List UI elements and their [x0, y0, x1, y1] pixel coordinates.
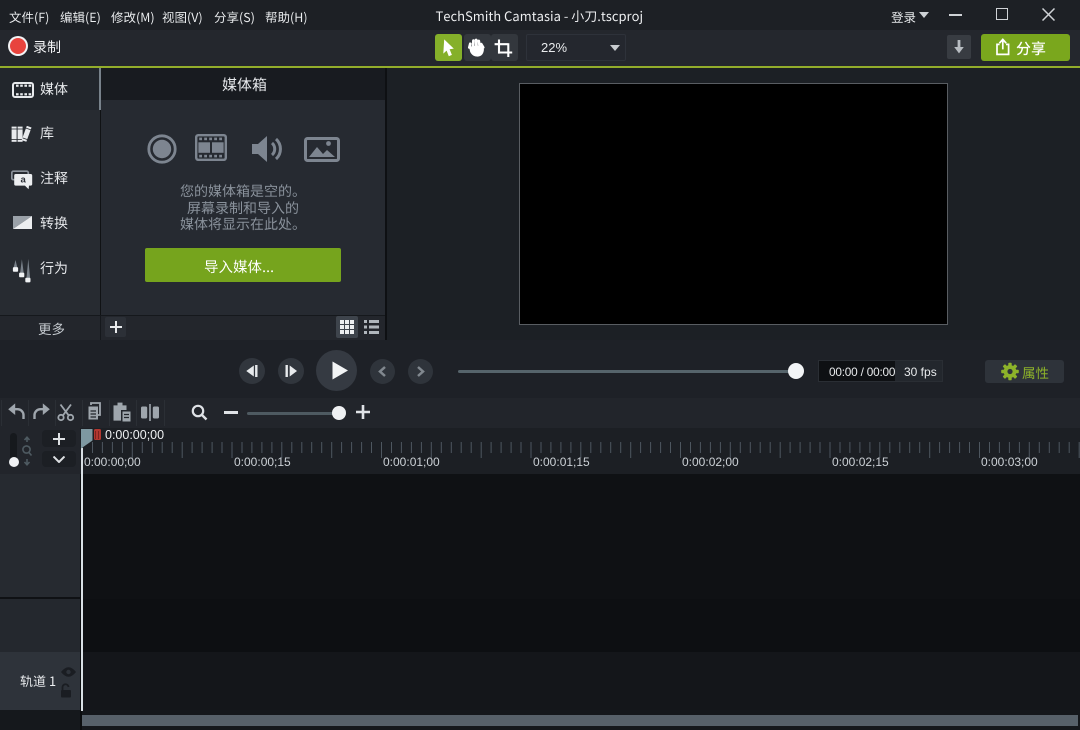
svg-text:a: a: [21, 175, 27, 186]
